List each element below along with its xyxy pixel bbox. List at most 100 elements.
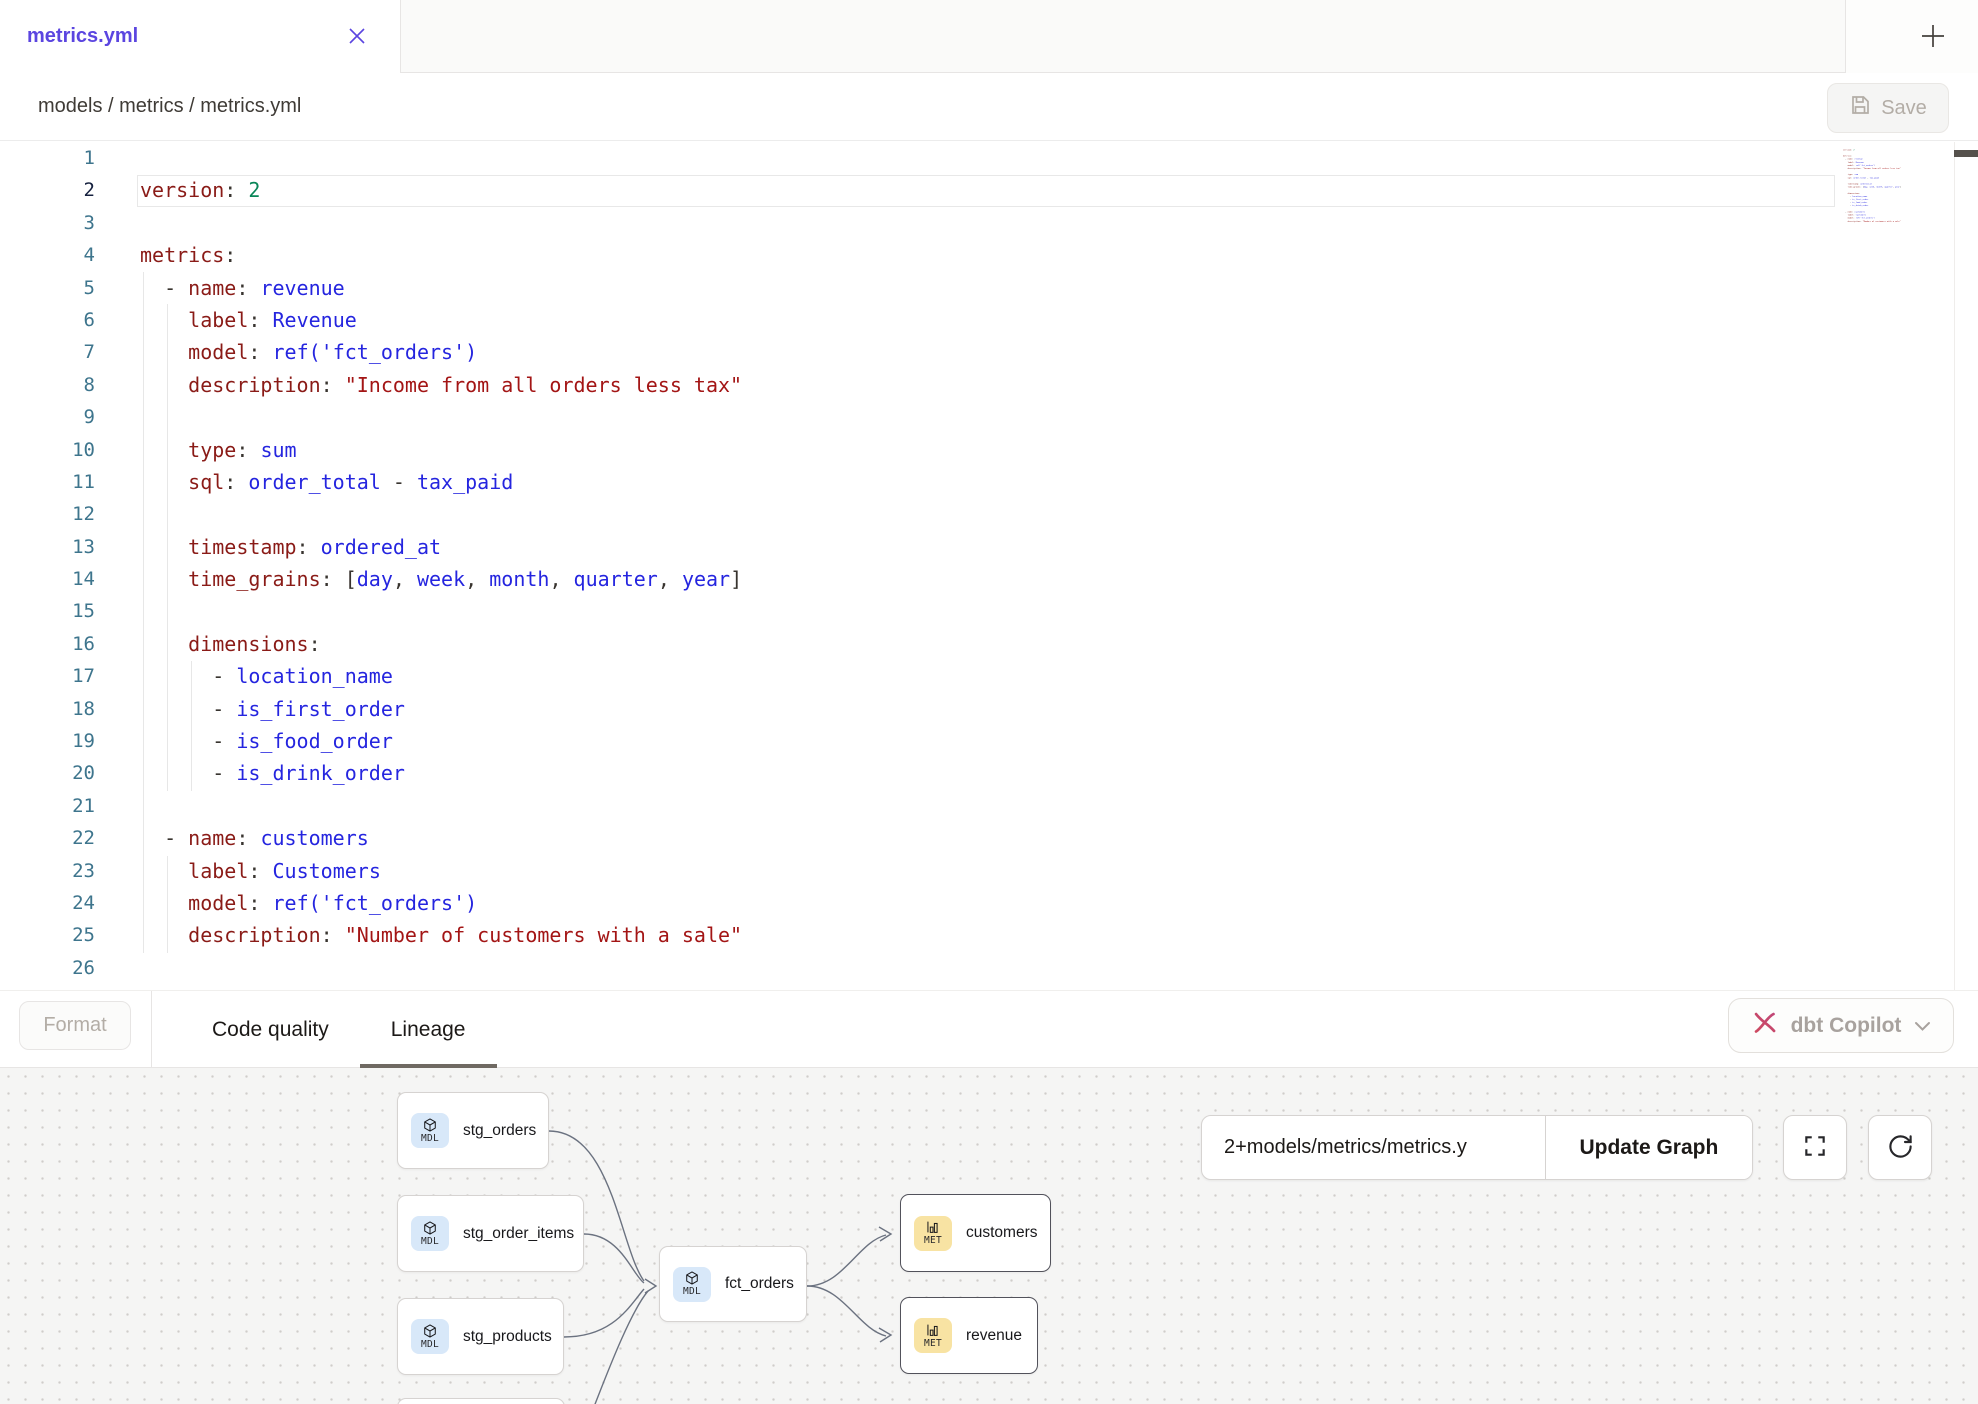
line-number: 7 <box>0 336 95 368</box>
code-editor[interactable]: 12version: 234metrics:5 - name: revenue6… <box>0 142 1978 990</box>
bottom-tabs: Code qualityLineage <box>181 991 497 1068</box>
code-line: 13 timestamp: ordered_at <box>0 531 1978 563</box>
node-label: fct_orders <box>725 1275 794 1293</box>
tabbar-divider <box>1845 0 1846 73</box>
code-line: 7 model: ref('fct_orders') <box>0 336 1978 368</box>
refresh-button[interactable] <box>1868 1115 1932 1180</box>
lineage-node-customers[interactable]: MET customers <box>900 1194 1051 1272</box>
line-number: 2 <box>0 174 95 206</box>
line-number: 16 <box>0 628 95 660</box>
toolbar-divider <box>151 991 152 1068</box>
line-number: 23 <box>0 855 95 887</box>
code-line: 5 - name: revenue <box>0 272 1978 304</box>
node-label: revenue <box>966 1327 1022 1345</box>
lineage-node-stg_orders[interactable]: MDL stg_orders <box>397 1092 549 1169</box>
code-line: 22 - name: customers <box>0 822 1978 854</box>
fullscreen-button[interactable] <box>1783 1115 1847 1180</box>
line-number: 10 <box>0 434 95 466</box>
model-icon: MDL <box>411 1216 449 1251</box>
copilot-label: dbt Copilot <box>1791 1014 1902 1038</box>
save-button[interactable]: Save <box>1827 83 1949 133</box>
line-number: 1 <box>0 142 95 174</box>
minimap-content: version: 2metrics: - name: revenue label… <box>1843 145 1929 226</box>
code-line: 1 <box>0 142 1978 174</box>
format-button[interactable]: Format <box>19 1001 131 1050</box>
tab-label: metrics.yml <box>27 25 138 48</box>
dbt-copilot-button[interactable]: dbt Copilot <box>1728 998 1954 1053</box>
code-line: 20 - is_drink_order <box>0 757 1978 789</box>
line-number: 14 <box>0 563 95 595</box>
code-lines: 12version: 234metrics:5 - name: revenue6… <box>0 142 1978 984</box>
code-line: 19 - is_food_order <box>0 725 1978 757</box>
code-line: 15 <box>0 595 1978 627</box>
line-number: 13 <box>0 531 95 563</box>
save-label: Save <box>1881 97 1927 120</box>
code-line: 24 model: ref('fct_orders') <box>0 887 1978 919</box>
lineage-node-revenue[interactable]: METrevenue <box>900 1297 1038 1374</box>
breadcrumb: models / metrics / metrics.yml <box>38 95 301 118</box>
code-line: 11 sql: order_total - tax_paid <box>0 466 1978 498</box>
tab-bar: metrics.yml <box>0 0 1978 73</box>
tab-code-quality[interactable]: Code quality <box>181 991 360 1068</box>
line-number: 3 <box>0 207 95 239</box>
code-line: 21 <box>0 790 1978 822</box>
copilot-icon <box>1751 1009 1778 1042</box>
code-line: 9 <box>0 401 1978 433</box>
minimap[interactable]: version: 2metrics: - name: revenue label… <box>1843 145 1948 295</box>
node-label: stg_products <box>463 1328 552 1346</box>
node-label: stg_order_items <box>463 1225 574 1243</box>
editor-toolbar: Format Code qualityLineage dbt Copilot <box>0 990 1978 1068</box>
chevron-down-icon <box>1914 1014 1931 1038</box>
code-line: 26 <box>0 952 1978 984</box>
lineage-node-stg_order_items[interactable]: MDL stg_order_items <box>397 1195 584 1272</box>
line-number: 11 <box>0 466 95 498</box>
line-number: 6 <box>0 304 95 336</box>
line-number: 21 <box>0 790 95 822</box>
lineage-selector-group: Update Graph <box>1201 1115 1753 1180</box>
metric-icon: MET <box>914 1216 952 1251</box>
code-line: 4metrics: <box>0 239 1978 271</box>
code-line: 10 type: sum <box>0 434 1978 466</box>
lineage-selector-input[interactable] <box>1202 1116 1545 1179</box>
code-line: 3 <box>0 207 1978 239</box>
code-line: 23 label: Customers <box>0 855 1978 887</box>
line-number: 22 <box>0 822 95 854</box>
fullscreen-icon <box>1802 1133 1828 1162</box>
code-line <box>1843 223 1929 226</box>
new-tab-button[interactable] <box>1908 22 1958 52</box>
line-number: 9 <box>0 401 95 433</box>
lineage-node-fct_orders[interactable]: MDL fct_orders <box>659 1246 807 1322</box>
line-number: 24 <box>0 887 95 919</box>
code-line: 12 <box>0 498 1978 530</box>
save-icon <box>1849 94 1871 122</box>
line-number: 26 <box>0 952 95 984</box>
code-line: 2version: 2 <box>0 174 1978 206</box>
line-number: 18 <box>0 693 95 725</box>
breadcrumb-row: models / metrics / metrics.yml Save <box>0 73 1978 141</box>
update-graph-button[interactable]: Update Graph <box>1545 1116 1752 1179</box>
tab-metrics-yml[interactable]: metrics.yml <box>0 0 401 73</box>
code-line: 6 label: Revenue <box>0 304 1978 336</box>
model-icon: MDL <box>673 1267 711 1302</box>
lineage-canvas[interactable]: MDL stg_orders MDL stg_order_items MDL stg_pr… <box>0 1068 1978 1404</box>
lineage-node-stg_partial[interactable]: MDL <box>397 1398 565 1404</box>
line-number: 15 <box>0 595 95 627</box>
close-icon[interactable] <box>346 25 368 47</box>
code-line: 8 description: "Income from all orders l… <box>0 369 1978 401</box>
plus-icon <box>1919 22 1947 53</box>
node-label: stg_orders <box>463 1122 536 1140</box>
tab-lineage[interactable]: Lineage <box>360 991 497 1068</box>
line-number: 20 <box>0 757 95 789</box>
code-line: 14 time_grains: [day, week, month, quart… <box>0 563 1978 595</box>
node-label: customers <box>966 1224 1038 1242</box>
line-number: 5 <box>0 272 95 304</box>
line-number: 25 <box>0 919 95 951</box>
model-icon: MDL <box>411 1113 449 1148</box>
code-line: 25 description: "Number of customers wit… <box>0 919 1978 951</box>
model-icon: MDL <box>411 1319 449 1354</box>
code-line: 18 - is_first_order <box>0 693 1978 725</box>
refresh-icon <box>1887 1133 1914 1163</box>
scrollbar-track[interactable] <box>1954 142 1978 990</box>
lineage-node-stg_products[interactable]: MDL stg_products <box>397 1298 564 1375</box>
scrollbar-thumb[interactable] <box>1954 150 1978 157</box>
